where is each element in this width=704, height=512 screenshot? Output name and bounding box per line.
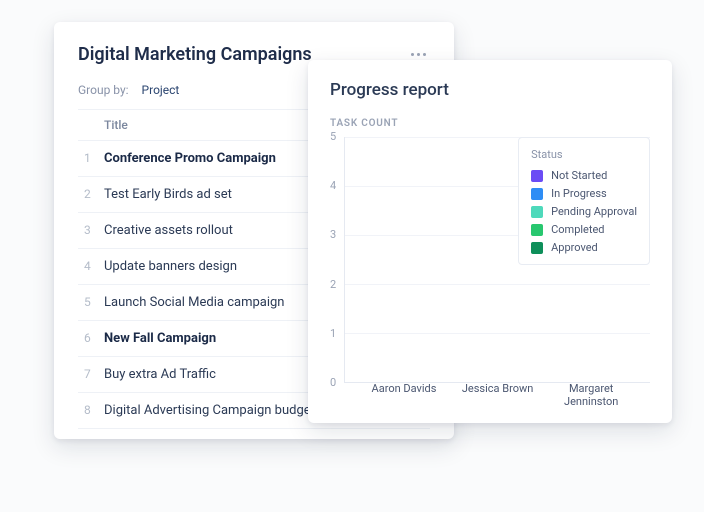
legend-item[interactable]: Not Started [531,169,637,182]
legend-item[interactable]: Approved [531,241,637,254]
more-icon[interactable] [407,49,430,60]
row-index: 4 [78,249,98,285]
row-index: 2 [78,177,98,213]
groupby-label: Group by: [78,83,129,97]
legend-label: Not Started [551,169,607,182]
x-label: Jessica Brown [461,382,535,408]
row-index: 7 [78,357,98,393]
chart-axis-label: TASK COUNT [330,118,650,129]
legend-label: In Progress [551,187,607,200]
legend-label: Completed [551,223,604,236]
legend-label: Approved [551,241,598,254]
y-axis: 543210 [330,137,344,409]
row-index: 6 [78,321,98,357]
row-index: 3 [78,213,98,249]
chart-wrap: Status Not Started In Progress Pending App… [330,137,650,409]
row-index: 1 [78,141,98,177]
legend-item[interactable]: Pending Approval [531,205,637,218]
row-index: 8 [78,393,98,429]
report-title: Progress report [330,80,650,100]
x-axis-labels: Aaron Davids Jessica Brown Margaret Jennin… [345,382,650,408]
progress-report-card: Progress report TASK COUNT Status Not St… [308,60,672,423]
legend-title: Status [531,148,637,161]
legend-label: Pending Approval [551,205,637,218]
legend-item[interactable]: In Progress [531,187,637,200]
x-label: Aaron Davids [367,382,441,408]
x-label: Margaret Jenninston [554,382,628,408]
legend-swatch [531,188,543,200]
legend-box: Status Not Started In Progress Pending App… [518,137,650,265]
legend-item[interactable]: Completed [531,223,637,236]
card-title: Digital Marketing Campaigns [78,44,312,65]
groupby-value[interactable]: Project [142,83,180,97]
legend-swatch [531,224,543,236]
row-index: 5 [78,285,98,321]
legend-swatch [531,170,543,182]
col-index [78,110,98,141]
legend-swatch [531,206,543,218]
legend-swatch [531,242,543,254]
